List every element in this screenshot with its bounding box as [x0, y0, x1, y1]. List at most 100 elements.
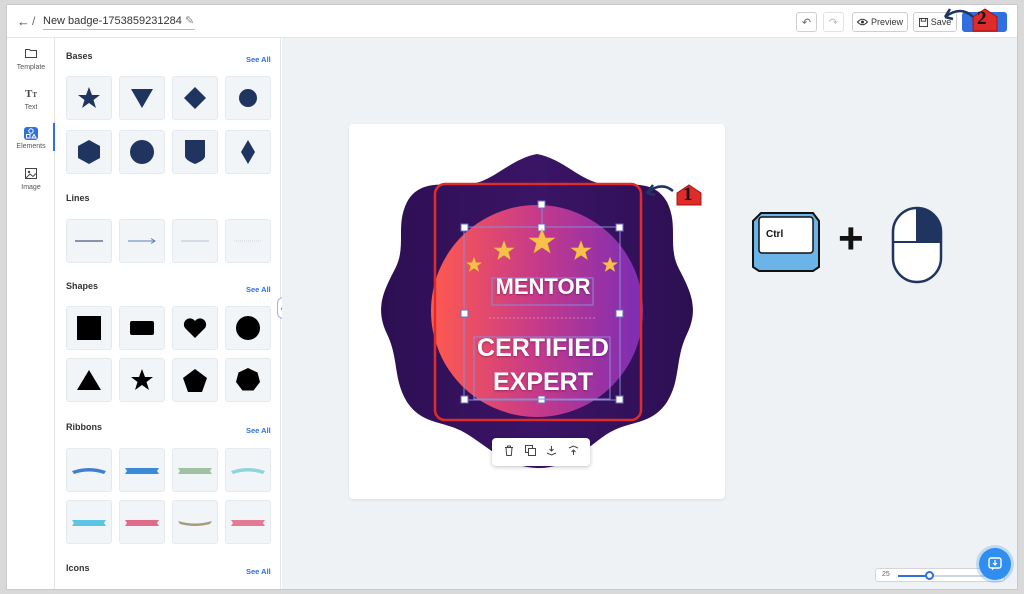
ribbon-cyan-tile[interactable]: [66, 500, 112, 544]
triangle-down-base-icon: [131, 89, 153, 108]
ctrl-key-label: Ctrl: [766, 229, 784, 240]
ribbon-pink-tile[interactable]: [119, 500, 165, 544]
section-title-bases: Bases: [66, 51, 93, 61]
section-title-ribbons: Ribbons: [66, 422, 102, 432]
ribbon-green-tile[interactable]: [172, 448, 218, 492]
line-solid-tile[interactable]: [66, 219, 112, 263]
line-arrow-icon: [128, 238, 156, 244]
elements-panel: Bases See All Lines Shapes See All Ribbo…: [55, 38, 281, 589]
line-thin-tile[interactable]: [172, 219, 218, 263]
send-backward-icon[interactable]: [543, 445, 561, 459]
undo-icon: ↶: [801, 16, 812, 29]
circle-large-base-icon: [130, 140, 154, 164]
ribbon-pink-icon: [125, 520, 159, 526]
duplicate-icon[interactable]: [521, 445, 539, 459]
rail-item-text[interactable]: TT Text: [7, 88, 55, 111]
badge-line-mentor[interactable]: MENTOR: [492, 274, 594, 300]
ribbon-teal-icon: [231, 468, 265, 474]
base-shield-tile[interactable]: [172, 130, 218, 174]
star-base-icon: [78, 87, 100, 108]
rail-label-elements: Elements: [16, 143, 46, 150]
callout-arrow-2: [943, 8, 998, 32]
line-thin-icon: [181, 240, 209, 242]
element-toolbar: [492, 438, 590, 466]
see-all-shapes-link[interactable]: See All: [246, 285, 271, 294]
rail-label-template: Template: [16, 64, 46, 71]
ctrl-key-illustration: [752, 212, 820, 272]
shape-circle-tile[interactable]: [225, 306, 271, 350]
base-diamond-tile[interactable]: [172, 76, 218, 120]
base-circle-large-tile[interactable]: [119, 130, 165, 174]
undo-button[interactable]: ↶: [796, 12, 817, 32]
triangle-shape-icon: [77, 370, 101, 390]
arrow-left-icon[interactable]: ←: [17, 14, 30, 29]
base-star-tile[interactable]: [66, 76, 112, 120]
line-arrow-tile[interactable]: [119, 219, 165, 263]
handle-rotate[interactable]: [537, 200, 546, 209]
base-rhombus-tile[interactable]: [225, 130, 271, 174]
handle-bottom-right[interactable]: [615, 395, 624, 404]
square-shape-icon: [77, 316, 101, 340]
ribbon-blue-flat-icon: [125, 468, 159, 474]
badge-line-certified[interactable]: CERTIFIED: [470, 334, 616, 363]
redo-button[interactable]: ↷: [823, 12, 844, 32]
ribbon-blue-icon: [72, 468, 106, 474]
bring-forward-icon[interactable]: [564, 445, 582, 459]
ribbon-blue-flat-tile[interactable]: [119, 448, 165, 492]
badge-line-expert[interactable]: EXPERT: [470, 368, 616, 397]
shape-heart-tile[interactable]: [172, 306, 218, 350]
eye-icon: [856, 18, 868, 26]
plus-symbol: +: [838, 214, 864, 263]
handle-top-left[interactable]: [460, 223, 469, 232]
zoom-slider-thumb[interactable]: [925, 571, 935, 580]
base-circle-small-tile[interactable]: [225, 76, 271, 120]
ribbon-khaki-tile[interactable]: [172, 500, 218, 544]
line-dotted-icon: [234, 240, 262, 242]
base-hexagon-tile[interactable]: [66, 130, 112, 174]
breadcrumb-separator: /: [32, 14, 36, 28]
pencil-icon[interactable]: ✎: [185, 14, 194, 27]
rail-item-template[interactable]: Template: [7, 48, 55, 71]
feedback-button[interactable]: [979, 548, 1011, 580]
see-all-ribbons-link[interactable]: See All: [246, 426, 271, 435]
preview-button[interactable]: Preview: [852, 12, 908, 32]
app-window: ← / New badge-1753859231284 ✎ ↶ ↷ Previe…: [6, 4, 1018, 590]
preview-label: Preview: [870, 17, 903, 27]
line-dotted-tile[interactable]: [225, 219, 271, 263]
ribbon-teal-tile[interactable]: [225, 448, 271, 492]
rail-item-image[interactable]: Image: [7, 168, 55, 191]
shape-star-tile[interactable]: [119, 358, 165, 402]
see-all-icons-link[interactable]: See All: [246, 567, 271, 576]
document-title[interactable]: New badge-1753859231284: [43, 15, 182, 27]
shape-triangle-tile[interactable]: [66, 358, 112, 402]
trash-icon[interactable]: [500, 445, 518, 459]
chat-download-icon: [988, 557, 1002, 571]
shape-square-tile[interactable]: [66, 306, 112, 350]
callout-arrow-1: [646, 184, 702, 206]
shape-pentagon-tile[interactable]: [172, 358, 218, 402]
base-triangle-tile[interactable]: [119, 76, 165, 120]
ribbon-rose-tile[interactable]: [225, 500, 271, 544]
redo-icon: ↷: [828, 16, 839, 29]
ribbon-blue-arch-tile[interactable]: [66, 448, 112, 492]
shield-base-icon: [185, 140, 205, 164]
ribbon-cyan-icon: [72, 520, 106, 526]
handle-bottom-left[interactable]: [460, 395, 469, 404]
hexagon-base-icon: [78, 140, 100, 164]
title-underline: [43, 29, 195, 30]
handle-left[interactable]: [460, 309, 469, 318]
rail-label-text: Text: [24, 104, 38, 111]
handle-right[interactable]: [615, 309, 624, 318]
ribbon-rose-icon: [231, 520, 265, 526]
shape-heptagon-tile[interactable]: [225, 358, 271, 402]
image-icon: [24, 168, 38, 181]
see-all-bases-link[interactable]: See All: [246, 55, 271, 64]
zoom-slider-track[interactable]: [898, 571, 993, 580]
line-solid-icon: [75, 240, 103, 242]
ribbon-khaki-icon: [178, 521, 212, 526]
star-shape-icon: [131, 369, 153, 390]
rail-item-elements[interactable]: Elements: [7, 123, 55, 151]
handle-top-right[interactable]: [615, 223, 624, 232]
rail-label-image: Image: [21, 184, 41, 191]
shape-rectangle-tile[interactable]: [119, 306, 165, 350]
